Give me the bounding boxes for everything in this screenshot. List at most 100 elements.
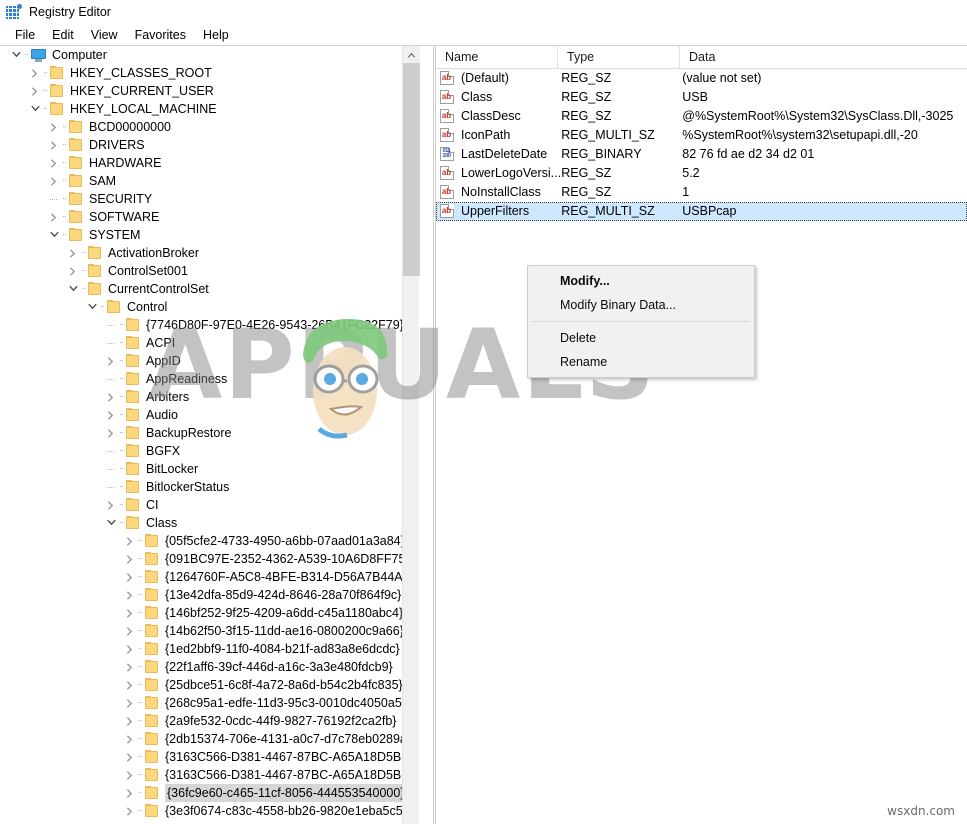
tree-item[interactable]: {091BC97E-2352-4362-A539-10A6D8FF7596} (0, 550, 419, 568)
chevron-right-icon[interactable] (103, 424, 119, 442)
column-header-type[interactable]: Type (558, 46, 680, 69)
column-header-data[interactable]: Data (680, 46, 967, 69)
chevron-right-icon[interactable] (46, 118, 62, 136)
chevron-right-icon[interactable] (46, 136, 62, 154)
chevron-right-icon[interactable] (122, 550, 138, 568)
chevron-right-icon[interactable] (122, 766, 138, 784)
value-row[interactable]: abClassDescREG_SZ@%SystemRoot%\System32\… (436, 107, 967, 126)
chevron-right-icon[interactable] (46, 172, 62, 190)
tree-item[interactable]: HKEY_LOCAL_MACHINE (0, 100, 419, 118)
value-row[interactable]: abNoInstallClassREG_SZ1 (436, 183, 967, 202)
tree-item[interactable]: {2a9fe532-0cdc-44f9-9827-76192f2ca2fb} (0, 712, 419, 730)
tree-item[interactable]: {1264760F-A5C8-4BFE-B314-D56A7B44A362} (0, 568, 419, 586)
chevron-right-icon[interactable] (122, 676, 138, 694)
tree-item[interactable]: {36fc9e60-c465-11cf-8056-444553540000} (0, 784, 419, 802)
tree-item[interactable]: {25dbce51-6c8f-4a72-8a6d-b54c2b4fc835} (0, 676, 419, 694)
tree-item[interactable]: ACPI (0, 334, 419, 352)
chevron-right-icon[interactable] (65, 262, 81, 280)
tree-item[interactable]: {05f5cfe2-4733-4950-a6bb-07aad01a3a84} (0, 532, 419, 550)
chevron-right-icon[interactable] (122, 712, 138, 730)
chevron-right-icon[interactable] (122, 622, 138, 640)
tree-item[interactable]: {14b62f50-3f15-11dd-ae16-0800200c9a66} (0, 622, 419, 640)
tree-item[interactable]: {1ed2bbf9-11f0-4084-b21f-ad83a8e6dcdc} (0, 640, 419, 658)
chevron-right-icon[interactable] (122, 568, 138, 586)
tree-item[interactable]: DRIVERS (0, 136, 419, 154)
tree-item[interactable]: ActivationBroker (0, 244, 419, 262)
chevron-right-icon[interactable] (46, 154, 62, 172)
chevron-right-icon[interactable] (122, 784, 138, 802)
tree-scrollbar-thumb[interactable] (403, 63, 420, 276)
tree-item[interactable]: {146bf252-9f25-4209-a6dd-c45a1180abc4} (0, 604, 419, 622)
chevron-right-icon[interactable] (103, 496, 119, 514)
chevron-down-icon[interactable] (46, 226, 62, 244)
chevron-right-icon[interactable] (122, 802, 138, 820)
chevron-down-icon[interactable] (84, 298, 100, 316)
column-header-name[interactable]: Name (436, 46, 558, 69)
chevron-right-icon[interactable] (103, 406, 119, 424)
value-row[interactable]: ab(Default)REG_SZ(value not set) (436, 69, 967, 88)
tree-item[interactable]: Computer (0, 46, 419, 64)
tree-item[interactable]: HKEY_CLASSES_ROOT (0, 64, 419, 82)
context-menu-item[interactable]: Modify... (528, 269, 754, 293)
value-context-menu[interactable]: Modify...Modify Binary Data... DeleteRena… (527, 265, 755, 378)
context-menu-item[interactable]: Rename (528, 350, 754, 374)
tree-item[interactable]: AppID (0, 352, 419, 370)
tree-item[interactable]: {3163C566-D381-4467-87BC-A65A18D5B649} (0, 766, 419, 784)
chevron-down-icon[interactable] (103, 514, 119, 532)
scroll-up-arrow[interactable] (403, 46, 420, 63)
chevron-right-icon[interactable] (122, 730, 138, 748)
menu-help[interactable]: Help (195, 26, 238, 44)
chevron-right-icon[interactable] (122, 586, 138, 604)
tree-item[interactable]: Class (0, 514, 419, 532)
chevron-right-icon[interactable] (103, 352, 119, 370)
registry-tree[interactable]: ComputerHKEY_CLASSES_ROOTHKEY_CURRENT_US… (0, 46, 419, 824)
context-menu-item[interactable]: Modify Binary Data... (528, 293, 754, 317)
tree-item[interactable]: BitLocker (0, 460, 419, 478)
values-list[interactable]: ab(Default)REG_SZ(value not set)abClassR… (436, 69, 967, 221)
tree-item[interactable]: Arbiters (0, 388, 419, 406)
tree-item[interactable]: SAM (0, 172, 419, 190)
chevron-right-icon[interactable] (122, 694, 138, 712)
tree-item[interactable]: {3163C566-D381-4467-87BC-A65A18D5B648} (0, 748, 419, 766)
chevron-right-icon[interactable] (122, 604, 138, 622)
menu-file[interactable]: File (7, 26, 44, 44)
tree-item[interactable]: Audio (0, 406, 419, 424)
chevron-right-icon[interactable] (103, 388, 119, 406)
value-row[interactable]: abUpperFiltersREG_MULTI_SZUSBPcap (436, 202, 967, 221)
tree-item[interactable]: BGFX (0, 442, 419, 460)
context-menu-item[interactable]: Delete (528, 326, 754, 350)
tree-item[interactable]: SECURITY (0, 190, 419, 208)
menu-view[interactable]: View (83, 26, 127, 44)
chevron-right-icon[interactable] (27, 64, 43, 82)
tree-item[interactable]: SOFTWARE (0, 208, 419, 226)
tree-item[interactable]: CurrentControlSet (0, 280, 419, 298)
menu-favorites[interactable]: Favorites (127, 26, 195, 44)
chevron-right-icon[interactable] (27, 82, 43, 100)
tree-item[interactable]: CI (0, 496, 419, 514)
tree-item[interactable]: {13e42dfa-85d9-424d-8646-28a70f864f9c} (0, 586, 419, 604)
tree-item[interactable]: {2db15374-706e-4131-a0c7-d7c78eb0289a} (0, 730, 419, 748)
value-row[interactable]: 011100LastDeleteDateREG_BINARY82 76 fd a… (436, 145, 967, 164)
chevron-right-icon[interactable] (65, 244, 81, 262)
tree-item[interactable]: BackupRestore (0, 424, 419, 442)
tree-item[interactable]: {22f1aff6-39cf-446d-a16c-3a3e480fdcb9} (0, 658, 419, 676)
tree-item[interactable]: HKEY_CURRENT_USER (0, 82, 419, 100)
chevron-down-icon[interactable] (27, 100, 43, 118)
chevron-right-icon[interactable] (122, 658, 138, 676)
chevron-down-icon[interactable] (8, 46, 24, 64)
value-row[interactable]: abIconPathREG_MULTI_SZ%SystemRoot%\syste… (436, 126, 967, 145)
value-row[interactable]: abLowerLogoVersi...REG_SZ5.2 (436, 164, 967, 183)
chevron-down-icon[interactable] (65, 280, 81, 298)
tree-item[interactable]: AppReadiness (0, 370, 419, 388)
chevron-right-icon[interactable] (122, 640, 138, 658)
chevron-right-icon[interactable] (122, 748, 138, 766)
tree-vertical-scrollbar[interactable] (402, 46, 419, 824)
tree-item[interactable]: {3e3f0674-c83c-4558-bb26-9820e1eba5c5} (0, 802, 419, 820)
chevron-right-icon[interactable] (46, 208, 62, 226)
tree-item[interactable]: Control (0, 298, 419, 316)
menu-edit[interactable]: Edit (44, 26, 83, 44)
tree-item[interactable]: BitlockerStatus (0, 478, 419, 496)
chevron-right-icon[interactable] (122, 532, 138, 550)
tree-item[interactable]: {7746D80F-97E0-4E26-9543-26B41FC22F79} (0, 316, 419, 334)
tree-item[interactable]: {268c95a1-edfe-11d3-95c3-0010dc4050a5} (0, 694, 419, 712)
